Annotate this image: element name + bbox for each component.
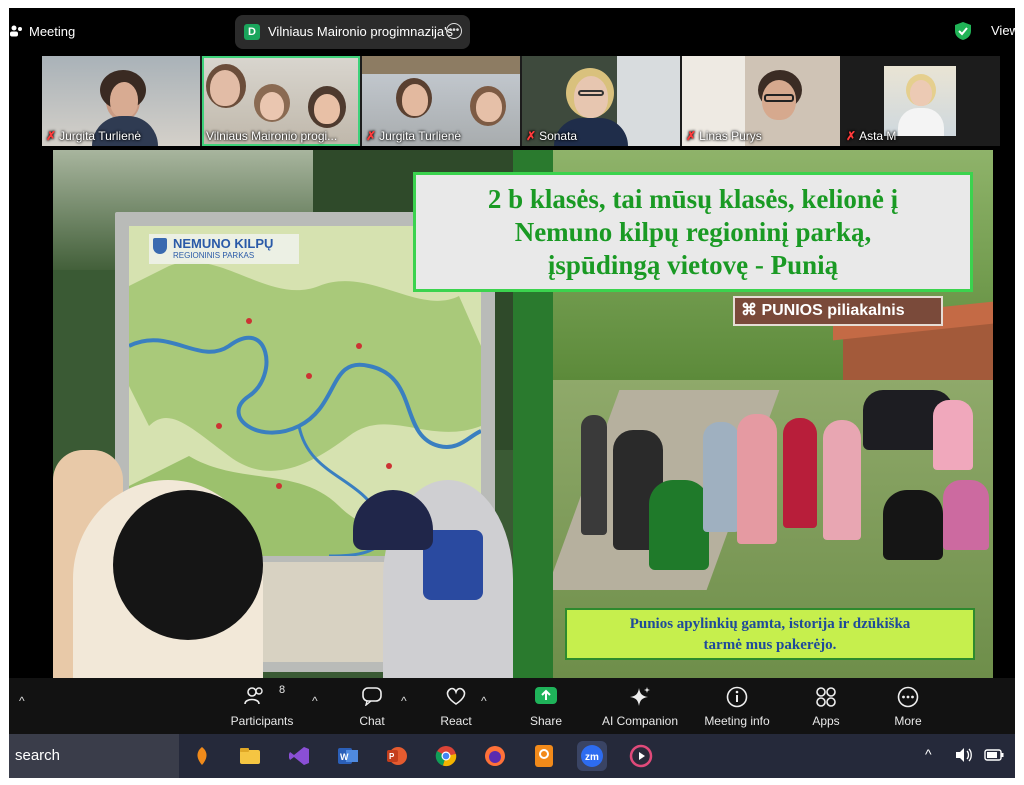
- windows-taskbar: search W P zm ^: [9, 734, 1015, 778]
- participants-icon: [244, 687, 263, 705]
- audio-options-caret-icon[interactable]: ^: [19, 694, 25, 708]
- participant-name: ✗ Sonata: [526, 129, 578, 143]
- top-bar: Meeting D Vilniaus Maironio progimnazija…: [9, 8, 1019, 56]
- pdf-app-icon[interactable]: [529, 741, 559, 771]
- svg-text:P: P: [389, 752, 395, 761]
- more-label: More: [894, 714, 922, 728]
- app-title: Meeting: [29, 24, 76, 39]
- participant-strip: ✗ Jurgita Turlienė Vilniaus Maironio prog…: [42, 56, 1000, 146]
- participant-avatar: [884, 66, 956, 136]
- fl-studio-icon[interactable]: [187, 741, 217, 771]
- heart-icon: [446, 687, 466, 705]
- share-label: Share: [529, 714, 563, 728]
- svg-text:W: W: [340, 752, 349, 762]
- apps-icon: [816, 687, 836, 707]
- muted-mic-icon: ✗: [526, 129, 537, 143]
- participant-tile[interactable]: ✗ Jurgita Turlienė: [362, 56, 520, 146]
- react-button[interactable]: React: [431, 678, 481, 734]
- meeting-info-button[interactable]: Meeting info: [697, 678, 777, 734]
- tray-expand-icon[interactable]: ^: [925, 746, 932, 762]
- muted-mic-icon: ✗: [686, 129, 697, 143]
- slide-caption-line: Punios apylinkių gamta, istorija ir dzūk…: [629, 616, 911, 632]
- zoom-label: zm: [585, 752, 599, 763]
- slide-title: 2 b klasės, tai mūsų klasės, kelionė į N…: [413, 172, 973, 292]
- meeting-info-label: Meeting info: [704, 714, 770, 728]
- more-icon: [897, 686, 919, 708]
- firefox-icon[interactable]: [480, 741, 510, 771]
- speaker-icon[interactable]: [955, 747, 973, 763]
- slide-caption-line: tarmė mus pakerėjo.: [703, 637, 837, 653]
- view-button[interactable]: View: [991, 23, 1019, 38]
- participant-tile[interactable]: ✗ Asta M: [842, 56, 1000, 146]
- muted-mic-icon: ✗: [46, 129, 57, 143]
- media-player-icon[interactable]: [626, 741, 656, 771]
- chrome-icon[interactable]: [431, 741, 461, 771]
- chat-icon: [362, 687, 382, 706]
- participant-tile[interactable]: ✗ Linas Purys: [682, 56, 840, 146]
- participant-name: ✗ Asta M: [846, 129, 897, 143]
- search-label: search: [15, 747, 61, 764]
- more-options-icon[interactable]: •••: [446, 23, 462, 39]
- zoom-app-icon[interactable]: zm: [577, 741, 607, 771]
- participant-name: Vilniaus Maironio progi...: [206, 129, 338, 143]
- shared-screen: NEMUNO KILPŲ REGIONINIS PARKAS ⌘ PUNIOS …: [53, 150, 993, 678]
- chat-label: Chat: [359, 714, 385, 728]
- zoom-window: Meeting D Vilniaus Maironio progimnazija…: [9, 8, 1019, 778]
- participant-name: ✗ Jurgita Turlienė: [46, 129, 142, 143]
- participant-name: ✗ Linas Purys: [686, 129, 762, 143]
- participants-button[interactable]: 8 Participants: [227, 678, 297, 734]
- apps-label: Apps: [812, 714, 840, 728]
- ai-companion-label: AI Companion: [601, 714, 679, 728]
- park-logo-icon: [153, 238, 167, 254]
- meeting-name-pill[interactable]: D Vilniaus Maironio progimnazija's •••: [235, 15, 470, 49]
- meeting-badge: D: [244, 24, 260, 40]
- sparkle-icon: [630, 687, 650, 706]
- ai-companion-button[interactable]: AI Companion: [595, 678, 685, 734]
- participant-name: ✗ Jurgita Turlienė: [366, 129, 462, 143]
- slide-caption: Punios apylinkių gamta, istorija ir dzūk…: [565, 608, 975, 660]
- battery-icon[interactable]: [984, 749, 1004, 761]
- share-button[interactable]: Share: [519, 678, 573, 734]
- participant-tile[interactable]: ✗ Jurgita Turlienė: [42, 56, 200, 146]
- participant-tile[interactable]: ✗ Sonata: [522, 56, 680, 146]
- muted-mic-icon: ✗: [846, 129, 857, 143]
- visual-studio-icon[interactable]: [284, 741, 314, 771]
- word-icon[interactable]: W: [333, 741, 363, 771]
- apps-button[interactable]: Apps: [801, 678, 851, 734]
- taskbar-search[interactable]: search: [9, 734, 179, 778]
- participants-count: 8: [279, 684, 286, 696]
- security-shield-icon[interactable]: [954, 21, 972, 41]
- slide-title-line: Nemuno kilpų regioninį parką,: [514, 217, 872, 247]
- meeting-icon: [10, 25, 22, 37]
- share-screen-icon: [535, 687, 557, 704]
- meeting-name: Vilniaus Maironio progimnazija's: [268, 24, 454, 39]
- muted-mic-icon: ✗: [366, 129, 377, 143]
- info-icon: [726, 686, 748, 708]
- participants-label: Participants: [230, 714, 294, 728]
- participants-caret-icon[interactable]: ^: [312, 694, 318, 708]
- file-explorer-icon[interactable]: [235, 741, 265, 771]
- map-title: NEMUNO KILPŲ: [173, 236, 274, 251]
- chat-caret-icon[interactable]: ^: [401, 694, 407, 708]
- powerpoint-icon[interactable]: P: [382, 741, 412, 771]
- participant-tile[interactable]: Vilniaus Maironio progi...: [202, 56, 360, 146]
- react-caret-icon[interactable]: ^: [481, 694, 487, 708]
- meeting-toolbar: ^ 8 Participants ^ Chat ^ React ^ Share …: [9, 678, 1015, 734]
- punios-sign: ⌘ PUNIOS piliakalnis: [733, 296, 943, 326]
- more-button[interactable]: More: [883, 678, 933, 734]
- chat-button[interactable]: Chat: [347, 678, 397, 734]
- slide-title-line: 2 b klasės, tai mūsų klasės, kelionė į: [487, 184, 899, 214]
- slide-title-line: įspūdingą vietovę - Punią: [547, 250, 839, 280]
- react-label: React: [440, 714, 472, 728]
- map-subtitle: REGIONINIS PARKAS: [173, 251, 255, 260]
